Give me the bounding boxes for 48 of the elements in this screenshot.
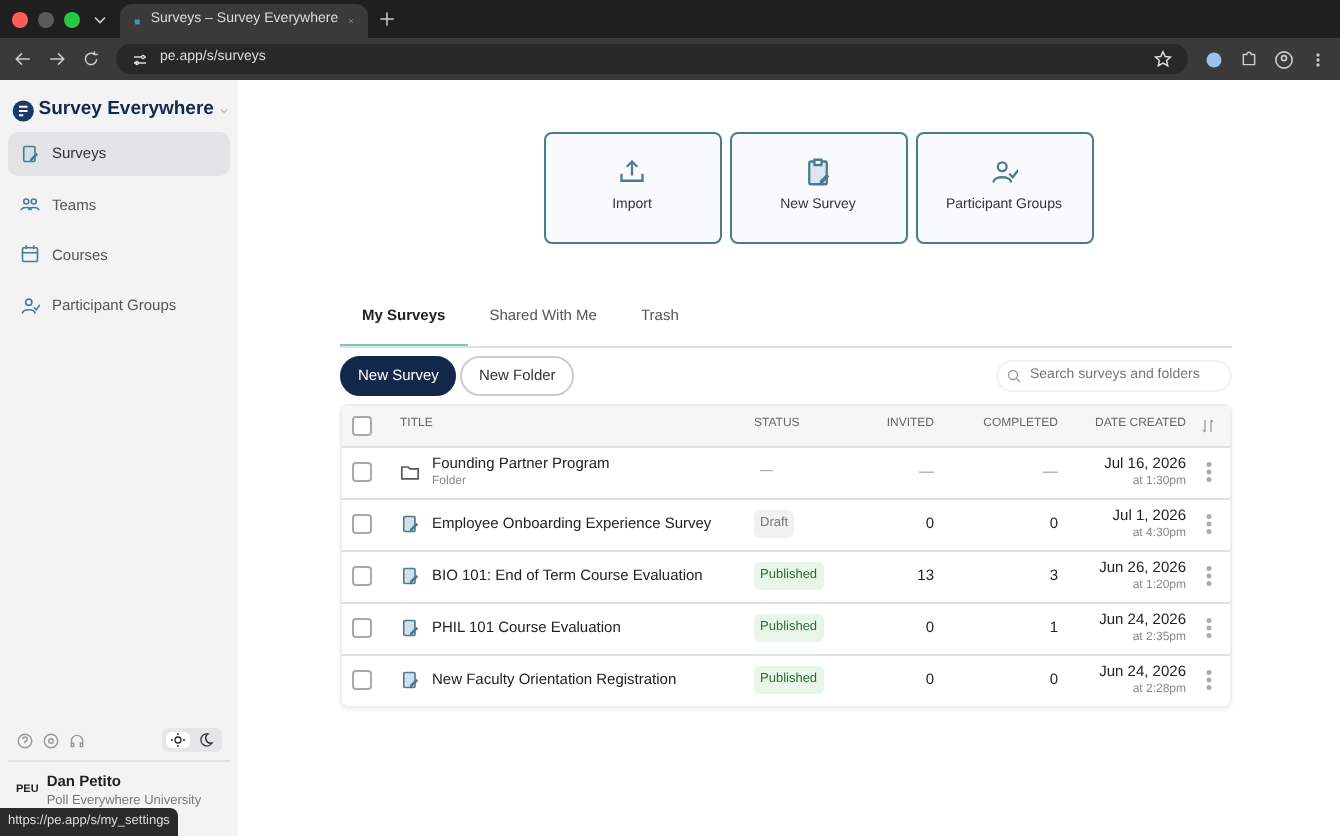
site-settings-icon [132,51,148,67]
row-checkbox[interactable] [352,618,372,638]
survey-icon [400,566,420,586]
new-tab-icon[interactable] [378,10,396,28]
extension-icon[interactable] [1204,49,1224,69]
people-icon [20,194,40,215]
clipboard-icon [804,158,832,187]
theme-toggle[interactable] [162,728,222,752]
more-options-icon[interactable] [1205,514,1211,534]
puzzle-icon[interactable] [1240,50,1258,68]
more-options-icon[interactable] [1205,670,1211,690]
bookmark-star-icon[interactable] [1154,50,1172,68]
settings-icon[interactable] [42,731,60,749]
headset-icon[interactable] [68,731,86,749]
row-checkbox[interactable] [352,670,372,690]
logo-icon [12,97,35,124]
calendar-icon [20,244,40,265]
caret-icon[interactable] [217,103,230,118]
survey-icon [20,143,40,164]
forward-icon[interactable] [48,50,66,68]
light-mode-button[interactable] [166,732,190,748]
people-icon [20,295,40,316]
more-options-icon[interactable] [1205,618,1211,638]
select-all-checkbox[interactable] [352,415,372,435]
folder-icon [400,462,420,482]
sun-icon [170,732,186,748]
minimize-window-button[interactable] [38,11,54,27]
row-checkbox[interactable] [352,462,372,482]
moon-icon [198,732,214,748]
survey-icon [400,618,420,638]
more-options-icon[interactable] [1205,566,1211,586]
search-icon [1006,367,1022,384]
upload-icon [618,158,646,187]
back-icon[interactable] [14,50,32,68]
survey-icon [400,514,420,534]
brand-name: Survey Everywhere [38,96,214,124]
people-icon [990,158,1018,187]
profile-icon[interactable] [1274,49,1294,69]
reload-icon[interactable] [82,50,100,68]
row-checkbox[interactable] [352,514,372,534]
dark-mode-button[interactable] [194,732,218,748]
survey-icon [400,670,420,690]
maximize-window-button[interactable] [64,11,80,27]
sort-icon[interactable] [1200,417,1216,433]
help-icon[interactable] [16,731,34,749]
row-checkbox[interactable] [352,566,372,586]
close-window-button[interactable] [12,11,28,27]
more-options-icon[interactable] [1205,462,1211,482]
